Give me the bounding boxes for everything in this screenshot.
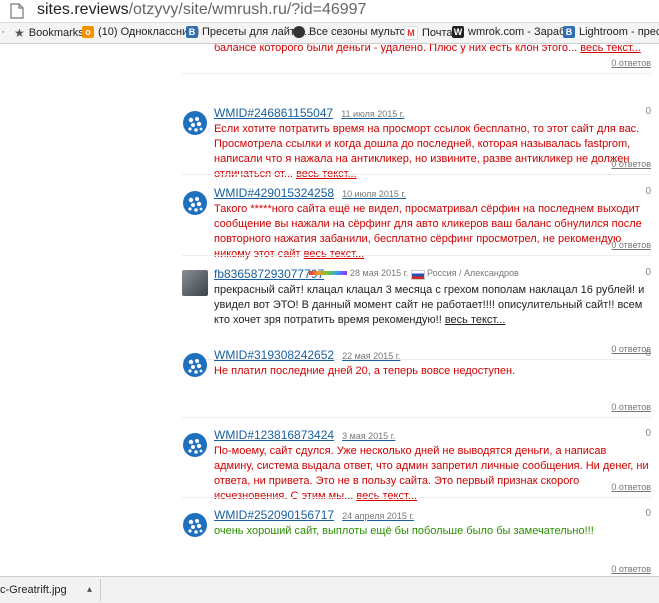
answers-link[interactable]: 0 ответов bbox=[611, 482, 651, 492]
bookmark-cartoons[interactable]: Все сезоны мультс... bbox=[293, 26, 414, 38]
webmoney-icon bbox=[183, 513, 207, 537]
review-date: 22 мая 2015 г. bbox=[342, 351, 401, 361]
review-text: Не платил последние дней 20, а теперь во… bbox=[214, 364, 649, 379]
author-link[interactable]: WMID#319308242652 22 мая 2015 г. bbox=[214, 348, 400, 362]
bookmark-label: Почта bbox=[422, 27, 453, 39]
bookmark-label: Все сезоны мультс... bbox=[309, 26, 415, 38]
gmail-icon: M bbox=[404, 26, 418, 40]
user-photo-avatar bbox=[182, 270, 208, 296]
author-name: WMID#319308242652 bbox=[214, 348, 335, 362]
bookmark-wmrok[interactable]: W wmrok.com - Зараб... bbox=[452, 26, 574, 38]
divider bbox=[182, 73, 651, 74]
review-count: 0 bbox=[645, 186, 651, 197]
answers-link[interactable]: 0 ответов bbox=[611, 564, 651, 574]
author-name: WMID#123816873424 bbox=[214, 428, 335, 442]
bookmark-label: Bookmarks bbox=[28, 27, 84, 39]
divider bbox=[182, 174, 651, 175]
read-more-link[interactable]: весь текст... bbox=[580, 44, 641, 54]
review-date: 11 июля 2015 г. bbox=[341, 109, 405, 119]
review-count: 0 bbox=[645, 508, 651, 519]
review-text-content: По-моему, сайт сдулся. Уже несколько дне… bbox=[214, 445, 649, 502]
bookmark-mail[interactable]: M Почта bbox=[404, 26, 453, 40]
review-count: 0 bbox=[645, 106, 651, 117]
review-text: Если хотите потратить время на просморт … bbox=[214, 122, 649, 182]
review-text: прекрасный сайт! клацал клацал 3 месяца … bbox=[214, 283, 649, 328]
review-location: Россия / Александров bbox=[427, 268, 519, 278]
bookmark-bookmarks[interactable]: ★ Bookmarks bbox=[14, 26, 84, 40]
review-text-content: балансе которого были деньги - удалено. … bbox=[214, 44, 578, 54]
read-more-link[interactable]: весь текст... bbox=[356, 490, 417, 502]
review-count: 0 bbox=[645, 428, 651, 439]
divider bbox=[182, 255, 651, 256]
bookmark-label: (10) Одноклассники bbox=[98, 26, 200, 38]
webmoney-icon bbox=[183, 353, 207, 377]
address-bar[interactable]: sites.reviews/otzyvy/site/wmrush.ru/?id=… bbox=[0, 0, 659, 23]
odnoklassniki-icon: о bbox=[82, 26, 94, 38]
bookmark-label: wmrok.com - Зараб... bbox=[468, 26, 575, 38]
star-icon: ★ bbox=[14, 26, 25, 40]
webmoney-icon bbox=[183, 111, 207, 135]
download-filename: c-Greatrift.jpg bbox=[0, 584, 67, 596]
author-link[interactable]: WMID#429015324258 10 июля 2015 г. bbox=[214, 186, 406, 200]
webmoney-icon bbox=[183, 433, 207, 457]
author-name: fb836587293077797 bbox=[214, 267, 325, 281]
review-text: очень хороший сайт, выплоты ещё бы побол… bbox=[214, 524, 649, 539]
author-link[interactable]: WMID#252090156717 24 апреля 2015 г. bbox=[214, 508, 414, 522]
author-link[interactable]: WMID#123816873424 3 мая 2015 г. bbox=[214, 428, 395, 442]
webmoney-icon bbox=[183, 191, 207, 215]
chevron-up-icon[interactable]: ▴ bbox=[87, 580, 92, 600]
review-text-content: Если хотите потратить время на просморт … bbox=[214, 123, 640, 180]
divider bbox=[182, 497, 651, 498]
bookmark-odnoklassniki[interactable]: о (10) Одноклассники bbox=[82, 26, 199, 38]
apps-icon: ··· bbox=[0, 26, 5, 38]
review-count: 0 bbox=[645, 267, 651, 278]
review-text: Такого *****ного сайта ещё не видел, про… bbox=[214, 202, 649, 262]
bookmark-label: Lightroom - пресет... bbox=[579, 26, 659, 38]
review-text-content: очень хороший сайт, выплоты ещё бы побол… bbox=[214, 525, 594, 537]
review-date: 10 июля 2015 г. bbox=[342, 189, 407, 199]
download-item[interactable]: c-Greatrift.jpg ▴ bbox=[0, 580, 96, 600]
bookmark-apps[interactable]: ··· bbox=[0, 26, 5, 38]
divider bbox=[182, 417, 651, 418]
bookmark-b-icon: B bbox=[186, 26, 198, 38]
answers-link[interactable]: 0 ответов bbox=[611, 402, 651, 412]
wmrok-icon: W bbox=[452, 26, 464, 38]
url-path: /otzyvy/site/wmrush.ru/?id=46997 bbox=[128, 1, 367, 18]
answers-link[interactable]: 0 ответов bbox=[611, 58, 651, 68]
reviews-list: балансе которого были деньги - удалено. … bbox=[0, 44, 659, 576]
russia-flag-icon bbox=[411, 270, 425, 280]
review-date: 3 мая 2015 г. bbox=[342, 431, 396, 441]
author-link[interactable]: fb836587293077797 bbox=[214, 267, 324, 281]
download-bar: c-Greatrift.jpg ▴ bbox=[0, 576, 659, 603]
bookmark-b-icon: B bbox=[563, 26, 575, 38]
divider bbox=[100, 579, 101, 601]
read-more-link[interactable]: весь текст... bbox=[445, 314, 506, 326]
author-link[interactable]: WMID#246861155047 11 июля 2015 г. bbox=[214, 106, 404, 120]
review-text: По-моему, сайт сдулся. Уже несколько дне… bbox=[214, 444, 649, 504]
url-text[interactable]: sites.reviews/otzyvy/site/wmrush.ru/?id=… bbox=[37, 1, 366, 19]
review-text: балансе которого были деньги - удалено. … bbox=[214, 44, 649, 56]
review-text-content: Такого *****ного сайта ещё не видел, про… bbox=[214, 203, 642, 260]
read-more-link[interactable]: весь текст... bbox=[304, 248, 365, 260]
review-text-content: прекрасный сайт! клацал клацал 3 месяца … bbox=[214, 284, 645, 326]
rating-bar bbox=[309, 271, 347, 275]
review-date: 24 апреля 2015 г. bbox=[342, 511, 415, 521]
url-host: sites.reviews bbox=[37, 1, 129, 18]
author-name: WMID#429015324258 bbox=[214, 186, 335, 200]
review-date: 28 мая 2015 г. bbox=[350, 268, 409, 278]
answers-link[interactable]: 0 ответов bbox=[611, 159, 651, 169]
review-count: 0 bbox=[645, 348, 651, 359]
bookmark-presets[interactable]: B Пресеты для лайтр... bbox=[186, 26, 310, 38]
bookmark-lightroom[interactable]: B Lightroom - пресет... bbox=[563, 26, 659, 38]
review-text-content: Не платил последние дней 20, а теперь во… bbox=[214, 365, 516, 377]
author-name: WMID#252090156717 bbox=[214, 508, 335, 522]
bookmarks-bar: ··· ★ Bookmarks о (10) Одноклассники B П… bbox=[0, 23, 659, 44]
author-name: WMID#246861155047 bbox=[214, 106, 334, 120]
page-icon bbox=[10, 3, 24, 19]
avatar-icon bbox=[293, 26, 305, 38]
answers-link[interactable]: 0 ответов bbox=[611, 240, 651, 250]
